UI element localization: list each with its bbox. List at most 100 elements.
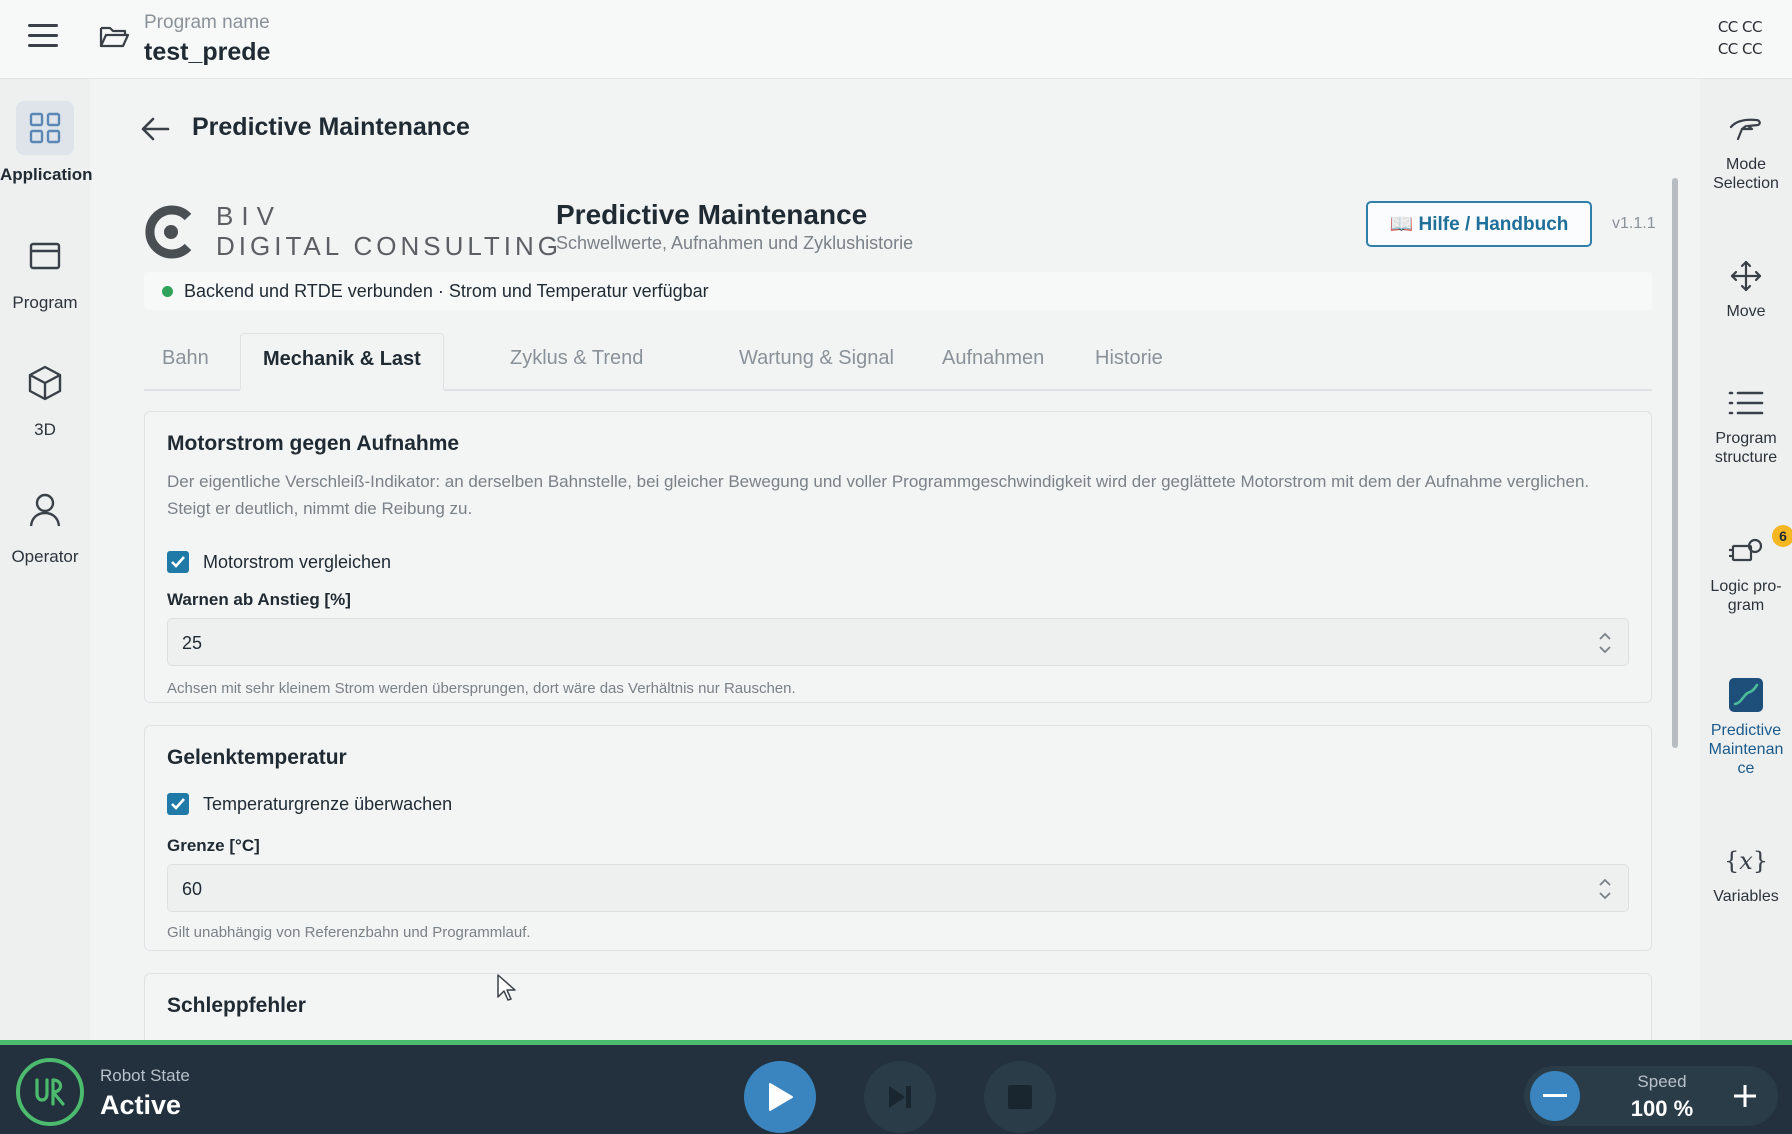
list-icon bbox=[1728, 391, 1764, 415]
help-manual-button[interactable]: 📖 Hilfe / Handbuch bbox=[1366, 201, 1592, 247]
program-name-label: Program name bbox=[144, 12, 270, 33]
grenze-input[interactable]: 60 bbox=[167, 864, 1629, 912]
logic-program-icon bbox=[1729, 538, 1763, 562]
number-spinner-icon[interactable] bbox=[1596, 629, 1614, 657]
stop-button[interactable] bbox=[984, 1061, 1056, 1133]
minus-icon bbox=[1543, 1094, 1567, 1097]
step-forward-icon bbox=[889, 1086, 911, 1108]
card-gelenktemperatur: Gelenktemperatur Temperaturgrenze überwa… bbox=[144, 725, 1652, 951]
robot-state-indicator-line bbox=[0, 1040, 1792, 1045]
temperatur-checkbox[interactable] bbox=[167, 793, 189, 815]
version-label: v1.1.1 bbox=[1612, 215, 1656, 232]
nav-logic-program[interactable]: 6 Logic pro-gram bbox=[1700, 525, 1792, 615]
nav-predictive-maintenance[interactable]: Predictive Maintenan ce bbox=[1700, 675, 1792, 778]
grenze-value: 60 bbox=[182, 879, 203, 899]
card-motorstrom-description: Der eigentliche Verschleiß-Indikator: an… bbox=[167, 472, 1590, 518]
play-icon bbox=[769, 1083, 793, 1111]
motorstrom-checkbox-row[interactable]: Motorstrom vergleichen bbox=[167, 548, 391, 576]
warnen-ab-anstieg-input[interactable]: 25 bbox=[167, 618, 1629, 666]
mouse-cursor-icon bbox=[497, 974, 516, 1001]
tab-historie[interactable]: Historie bbox=[1095, 333, 1163, 387]
right-navigation: Mode Selection Move Program structure 6 … bbox=[1700, 79, 1792, 1040]
app-title: Predictive Maintenance bbox=[556, 199, 868, 230]
temperatur-checkbox-row[interactable]: Temperaturgrenze überwachen bbox=[167, 790, 452, 818]
program-name[interactable]: test_prede bbox=[144, 38, 270, 67]
logo-text-biv: BIV bbox=[216, 201, 282, 231]
tab-zyklus-trend[interactable]: Zyklus & Trend bbox=[510, 333, 643, 387]
nav-3d[interactable]: 3D bbox=[0, 356, 90, 440]
nav-application-label: Application bbox=[0, 165, 93, 184]
connection-status-text: Backend und RTDE verbunden · Strom und T… bbox=[184, 281, 709, 301]
plus-icon bbox=[1734, 1085, 1756, 1107]
cc-indicator: CC CC CC CC bbox=[1717, 16, 1763, 60]
logo-text-digital-consulting: DIGITAL CONSULTING bbox=[216, 231, 562, 261]
card-motorstrom-hint: Achsen mit sehr kleinem Strom werden übe… bbox=[167, 680, 796, 697]
nav-move[interactable]: Move bbox=[1700, 256, 1792, 321]
nav-program[interactable]: Program bbox=[0, 229, 90, 313]
card-gelenktemperatur-title: Gelenktemperatur bbox=[167, 746, 347, 769]
warnen-ab-anstieg-value: 25 bbox=[182, 633, 203, 653]
page-title: Predictive Maintenance bbox=[192, 113, 470, 141]
ur-logo-icon bbox=[16, 1058, 84, 1126]
cc-line-2: CC CC bbox=[1717, 40, 1763, 58]
program-window-icon bbox=[16, 229, 74, 283]
nav-3d-label: 3D bbox=[34, 420, 56, 439]
nav-program-structure-label: Program structure bbox=[1714, 430, 1778, 466]
bottom-control-bar: Robot State Active Speed 100 % bbox=[0, 1040, 1792, 1134]
play-button[interactable] bbox=[744, 1061, 816, 1133]
cc-line-1: CC CC bbox=[1717, 18, 1763, 36]
card-gelenktemperatur-hint: Gilt unabhängig von Referenzbahn und Pro… bbox=[167, 924, 531, 941]
nav-move-label: Move bbox=[1726, 303, 1766, 320]
nav-mode-selection-label: Mode Selection bbox=[1713, 156, 1779, 192]
motorstrom-checkbox-label: Motorstrom vergleichen bbox=[203, 551, 392, 572]
speed-control: Speed 100 % bbox=[1524, 1066, 1778, 1126]
move-arrows-icon bbox=[1730, 260, 1762, 292]
content-scrollbar[interactable] bbox=[1672, 178, 1678, 748]
step-forward-button[interactable] bbox=[864, 1061, 936, 1133]
nav-variables[interactable]: {x} Variables bbox=[1700, 841, 1792, 906]
predictive-chart-icon bbox=[1729, 678, 1763, 712]
status-dot-icon bbox=[162, 286, 173, 297]
tab-mechanik-last[interactable]: Mechanik & Last bbox=[240, 333, 444, 391]
card-schleppfehler: Schleppfehler bbox=[144, 973, 1652, 1040]
speed-label: Speed bbox=[1637, 1072, 1687, 1091]
nav-variables-label: Variables bbox=[1713, 888, 1779, 905]
card-motorstrom-title: Motorstrom gegen Aufnahme bbox=[167, 432, 460, 455]
cube-icon bbox=[16, 356, 74, 410]
logic-program-badge: 6 bbox=[1772, 525, 1792, 547]
nav-operator[interactable]: Operator bbox=[0, 483, 90, 567]
tab-bahn[interactable]: Bahn bbox=[162, 333, 209, 387]
motorstrom-checkbox[interactable] bbox=[167, 551, 189, 573]
back-arrow-icon[interactable] bbox=[140, 116, 170, 142]
nav-predictive-maintenance-label: Predictive Maintenan ce bbox=[1708, 722, 1784, 777]
folder-open-icon[interactable] bbox=[98, 22, 130, 52]
tab-aufnahmen[interactable]: Aufnahmen bbox=[942, 333, 1044, 387]
robot-state-label: Robot State bbox=[100, 1066, 190, 1085]
tab-wartung-signal[interactable]: Wartung & Signal bbox=[739, 333, 894, 387]
speed-decrease-button[interactable] bbox=[1530, 1071, 1580, 1121]
card-schleppfehler-title: Schleppfehler bbox=[167, 994, 306, 1017]
top-header: Program name test_prede CC CC CC CC bbox=[0, 0, 1792, 79]
connection-status-bar: Backend und RTDE verbunden · Strom und T… bbox=[144, 272, 1652, 310]
warnen-ab-anstieg-label: Warnen ab Anstieg [%] bbox=[167, 590, 351, 609]
left-navigation: Application Program 3D Operator bbox=[0, 79, 93, 1040]
nav-operator-label: Operator bbox=[11, 547, 79, 566]
nav-application[interactable]: Application bbox=[0, 101, 93, 185]
number-spinner-icon[interactable] bbox=[1596, 875, 1614, 903]
speed-increase-button[interactable] bbox=[1720, 1071, 1770, 1121]
robot-state-value: Active bbox=[100, 1090, 182, 1120]
biv-logo-mark-icon bbox=[145, 205, 192, 259]
checkmark-icon bbox=[171, 798, 185, 810]
grenze-label: Grenze [°C] bbox=[167, 836, 260, 855]
hamburger-menu-icon[interactable] bbox=[28, 24, 58, 48]
nav-logic-program-label: Logic pro-gram bbox=[1710, 578, 1782, 614]
card-motorstrom: Motorstrom gegen Aufnahme Der eigentlich… bbox=[144, 411, 1652, 703]
grid-icon bbox=[16, 101, 74, 155]
nav-program-structure[interactable]: Program structure bbox=[1700, 383, 1792, 467]
speed-value: 100 % bbox=[1630, 1096, 1694, 1121]
stop-icon bbox=[1008, 1085, 1032, 1109]
tab-bar: Bahn Mechanik & Last Zyklus & Trend Wart… bbox=[144, 333, 1652, 391]
nav-mode-selection[interactable]: Mode Selection bbox=[1700, 109, 1792, 193]
variables-icon: {x} bbox=[1723, 847, 1769, 875]
main-content: Predictive Maintenance BIV DIGITAL CONSU… bbox=[96, 79, 1692, 1040]
